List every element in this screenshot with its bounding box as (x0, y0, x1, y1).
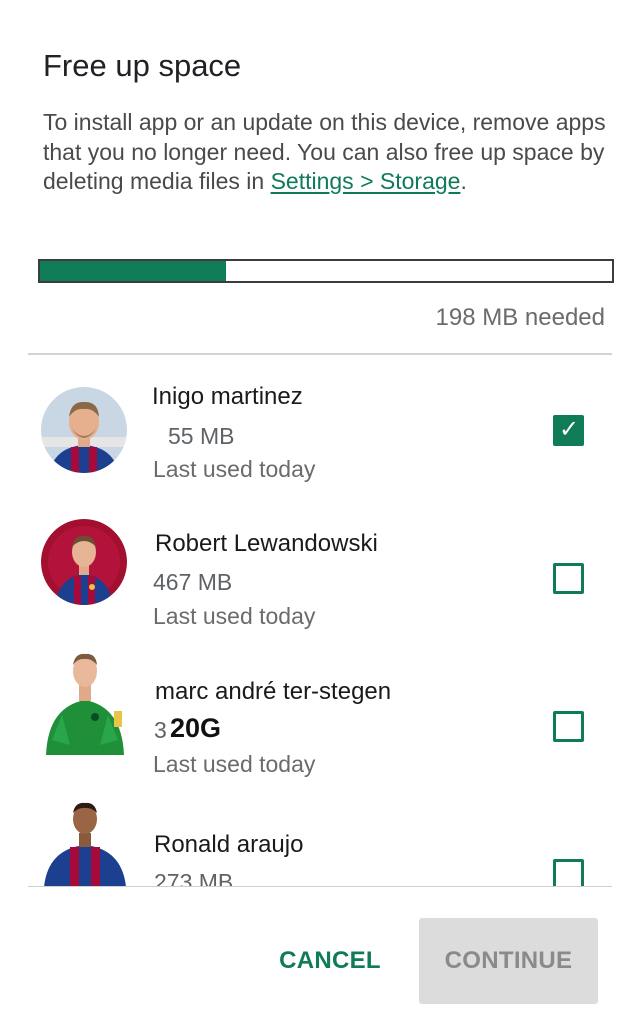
dialog-description: To install app or an update on this devi… (43, 108, 613, 197)
app-size: 467 MB (153, 569, 233, 595)
settings-storage-link[interactable]: Settings > Storage (271, 168, 461, 194)
app-last-used: Last used today (153, 751, 316, 777)
player-avatar-icon (41, 519, 127, 605)
list-item[interactable]: Inigo martinez 55 MB Last used today ✓ (0, 377, 640, 525)
free-up-space-dialog: Free up space To install app or an updat… (0, 0, 640, 1016)
app-size: 55 MB (168, 423, 235, 449)
app-size: 3 (154, 717, 167, 743)
app-list[interactable]: Inigo martinez 55 MB Last used today ✓ R… (0, 355, 640, 886)
progress-fill (40, 261, 226, 281)
select-checkbox[interactable] (553, 859, 584, 886)
app-name: Inigo martinez (152, 383, 303, 410)
select-checkbox[interactable] (553, 711, 584, 742)
list-item[interactable]: Ronald araujo 273 MB (0, 797, 640, 886)
size-overlay-text: 20G (168, 713, 224, 744)
space-needed-label: 198 MB needed (435, 304, 605, 331)
app-last-used: Last used today (153, 603, 316, 629)
app-last-used: Last used today (153, 456, 316, 482)
app-name: Robert Lewandowski (155, 530, 378, 557)
player-avatar-icon (42, 797, 128, 886)
app-name: marc andré ter-stegen (155, 678, 392, 705)
storage-progress-bar (38, 259, 614, 283)
cancel-button[interactable]: CANCEL (268, 938, 392, 984)
app-size: 273 MB (154, 869, 234, 886)
select-checkbox[interactable]: ✓ (553, 415, 584, 446)
description-suffix: . (460, 168, 467, 194)
continue-button[interactable]: CONTINUE (419, 918, 598, 1004)
player-avatar-icon (41, 387, 127, 473)
dialog-title: Free up space (43, 48, 242, 83)
goalkeeper-avatar-icon (40, 645, 130, 759)
app-name: Ronald araujo (154, 831, 304, 858)
select-checkbox[interactable] (553, 563, 584, 594)
checkmark-icon: ✓ (559, 415, 580, 443)
list-divider-bottom (28, 886, 612, 887)
